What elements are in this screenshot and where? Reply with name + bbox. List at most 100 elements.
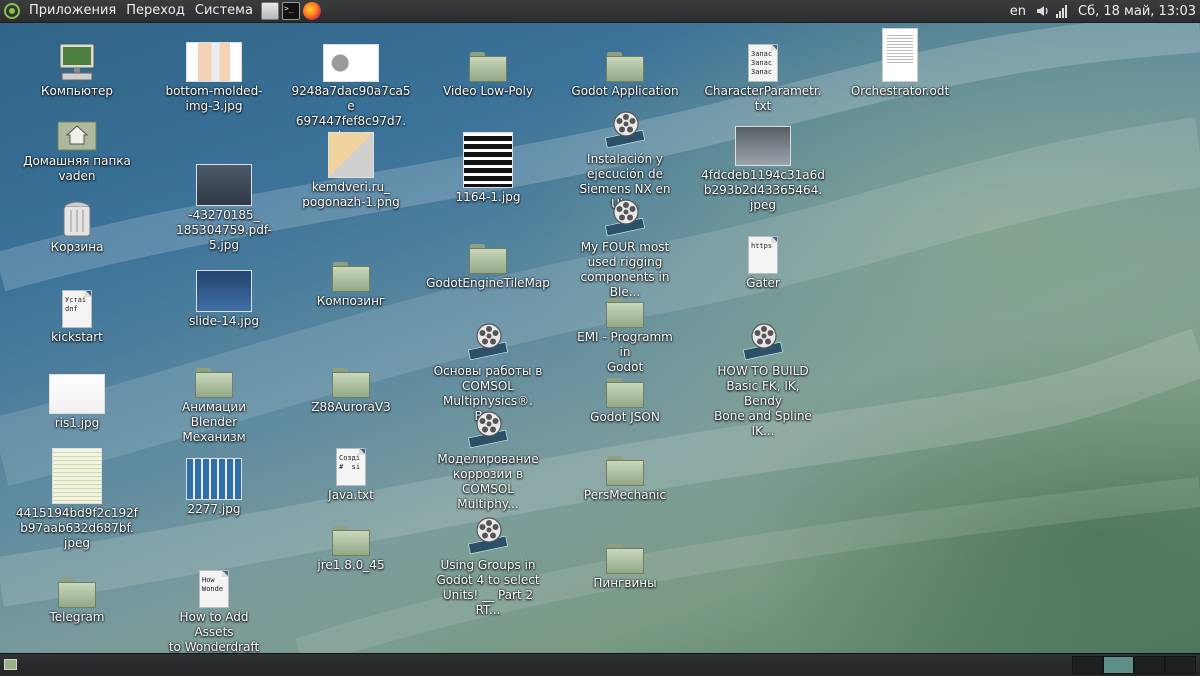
desktop-icon-charparam[interactable]: Запас Запас Запас CharacterParametr. txt bbox=[705, 40, 822, 114]
desktop-icon-trash[interactable]: Корзина bbox=[22, 196, 132, 255]
text-file-preview: Устаі dnf bbox=[62, 290, 92, 328]
folder-icon bbox=[332, 514, 370, 556]
network-icon[interactable] bbox=[1056, 4, 1068, 18]
firefox-launcher-icon[interactable] bbox=[302, 2, 321, 20]
desktop-icon-img9248[interactable]: 9248a7dac90a7ca5e 697447fef8c97d7. jpeg bbox=[292, 40, 410, 144]
bottom-panel bbox=[0, 653, 1200, 676]
desktop-icon-label: jre1.8.0_45 bbox=[317, 558, 385, 572]
desktop-icon-label: ris1.jpg bbox=[54, 416, 100, 430]
desktop-icon-orchestrator[interactable]: Orchestrator.odt bbox=[845, 28, 955, 99]
desktop-icon-ris1[interactable]: ris1.jpg bbox=[22, 372, 132, 431]
show-desktop-icon[interactable] bbox=[4, 659, 17, 670]
desktop-icon-godot-groups[interactable]: Using Groups in Godot 4 to select Units!… bbox=[433, 514, 543, 618]
desktop-icon-z88[interactable]: Z88AuroraV3 bbox=[296, 356, 406, 415]
clock[interactable]: Сб, 18 май, 13:03 bbox=[1078, 4, 1196, 19]
desktop-icon-pdf5[interactable]: -43270185_ 185304759.pdf-5.jpg bbox=[169, 164, 279, 253]
workspace-3[interactable] bbox=[1134, 656, 1165, 674]
video-file-icon bbox=[742, 320, 784, 362]
desktop-icon-slide14[interactable]: slide-14.jpg bbox=[169, 270, 279, 329]
desktop-icon-label: Корзина bbox=[50, 240, 104, 254]
desktop-icon-anim-blender[interactable]: Анимации Blender Механизм bbox=[159, 356, 269, 445]
video-file-icon bbox=[467, 320, 509, 362]
desktop-icon-computer[interactable]: Компьютер bbox=[22, 40, 132, 99]
desktop-icon-label: 1164-1.jpg bbox=[455, 190, 521, 204]
desktop-icon-telegram[interactable]: Telegram bbox=[22, 566, 132, 625]
desktop-icon-rigging[interactable]: My FOUR most used rigging components in … bbox=[570, 196, 680, 300]
desktop-icon-java[interactable]: Созді # si Java.txt bbox=[296, 444, 406, 503]
desktop-icon-kompozing[interactable]: Композинг bbox=[296, 250, 406, 309]
desktop-icon-home[interactable]: Домашняя папка vaden bbox=[22, 110, 132, 184]
text-file-icon: How Wonde bbox=[199, 566, 229, 608]
video-file-icon bbox=[604, 196, 646, 238]
desktop-icon-comsol2[interactable]: Моделирование коррозии в COMSOL Multiphy… bbox=[433, 408, 543, 512]
file-manager-launcher-icon[interactable] bbox=[260, 2, 279, 20]
desktop-icon-label: PersMechanic bbox=[583, 488, 667, 502]
desktop-icon-kemdveri[interactable]: kemdveri.ru_ pogonazh-1.png bbox=[296, 132, 406, 210]
desktop-icon-img4415[interactable]: 4415194bd9f2c192f b97aab632d687bf. jpeg bbox=[16, 448, 138, 551]
workspace-2[interactable] bbox=[1103, 656, 1134, 674]
video-file-icon bbox=[467, 514, 509, 556]
desktop-icon-label: Компьютер bbox=[41, 84, 113, 98]
document-file-icon bbox=[882, 28, 918, 82]
text-file-icon: https bbox=[748, 232, 778, 274]
menu-system[interactable]: Система bbox=[190, 0, 258, 22]
distro-logo-icon[interactable] bbox=[4, 3, 20, 19]
desktop-icon-jre[interactable]: jre1.8.0_45 bbox=[296, 514, 406, 573]
keyboard-layout-indicator[interactable]: en bbox=[1010, 4, 1026, 19]
desktop-icon-label: Композинг bbox=[316, 294, 386, 308]
desktop-icon-label: Java.txt bbox=[328, 488, 374, 502]
desktop-icon-godot-json[interactable]: Godot JSON bbox=[570, 366, 680, 425]
text-file-preview: Запас Запас Запас bbox=[748, 44, 778, 82]
desktop-icon-bottom-molded[interactable]: bottom-molded- img-3.jpg bbox=[159, 40, 269, 114]
desktop-icon-label: Using Groups in Godot 4 to select Units!… bbox=[436, 558, 540, 617]
desktop-icon-godot-app[interactable]: Godot Application bbox=[570, 40, 680, 99]
folder-icon bbox=[58, 566, 96, 608]
workspace-1[interactable] bbox=[1072, 656, 1103, 674]
video-file-icon bbox=[604, 108, 646, 150]
desktop-icon-label: Godot JSON bbox=[590, 410, 660, 424]
desktop-icon-img2277[interactable]: 2277.jpg bbox=[159, 458, 269, 517]
desktop-icon-label: kickstart bbox=[51, 330, 103, 344]
top-panel: Приложения Переход Система en Сб, 18 май… bbox=[0, 0, 1200, 23]
image-file-icon bbox=[463, 132, 513, 188]
desktop-icon-howtobuild[interactable]: HOW TO BUILD Basic FK, IK, Bendy Bone an… bbox=[708, 320, 818, 439]
trash-icon bbox=[59, 196, 95, 238]
menu-applications[interactable]: Приложения bbox=[24, 0, 121, 22]
desktop-icon-label: GodotEngineTileMap bbox=[426, 276, 550, 290]
desktop-icon-label: 2277.jpg bbox=[187, 502, 241, 516]
desktop-icon-label: HOW TO BUILD Basic FK, IK, Bendy Bone an… bbox=[714, 364, 812, 438]
desktop-icon-label: Домашняя папка vaden bbox=[23, 154, 131, 183]
desktop-icon-label: Пингвины bbox=[593, 576, 657, 590]
desktop-icon-label: 4415194bd9f2c192f b97aab632d687bf. jpeg bbox=[16, 506, 138, 550]
desktop-icon-persmechanic[interactable]: PersMechanic bbox=[570, 444, 680, 503]
image-file-icon bbox=[196, 270, 252, 312]
desktop-icon-img1164[interactable]: 1164-1.jpg bbox=[433, 132, 543, 205]
image-file-icon bbox=[52, 448, 102, 504]
image-file-icon bbox=[186, 458, 242, 500]
desktop-icon-label: Godot Application bbox=[571, 84, 679, 98]
desktop-icon-penguins[interactable]: Пингвины bbox=[570, 532, 680, 591]
image-file-icon bbox=[196, 164, 252, 206]
desktop-icon-wonderdraft[interactable]: How Wonde How to Add Assets to Wonderdraf… bbox=[159, 566, 269, 655]
desktop-icon-label: Gater bbox=[746, 276, 780, 290]
folder-icon bbox=[469, 40, 507, 82]
folder-icon bbox=[606, 532, 644, 574]
text-file-icon: Созді # si bbox=[336, 444, 366, 486]
terminal-launcher-icon[interactable] bbox=[281, 2, 300, 20]
folder-icon bbox=[606, 366, 644, 408]
video-file-icon bbox=[467, 408, 509, 450]
desktop-icon-label: bottom-molded- img-3.jpg bbox=[165, 84, 263, 113]
desktop-icon-godot-tilemap[interactable]: GodotEngineTileMap bbox=[426, 232, 550, 291]
desktop-icon-kickstart[interactable]: Устаі dnf kickstart bbox=[22, 286, 132, 345]
folder-icon bbox=[332, 250, 370, 292]
volume-icon[interactable] bbox=[1036, 4, 1050, 18]
desktop-icon-gater[interactable]: https Gater bbox=[708, 232, 818, 291]
workspace-4[interactable] bbox=[1165, 656, 1196, 674]
desktop-icon-label: kemdveri.ru_ pogonazh-1.png bbox=[302, 180, 400, 209]
desktop-icon-emi[interactable]: EMI - Programm in Godot bbox=[570, 286, 680, 375]
desktop-icon-label: How to Add Assets to Wonderdraft bbox=[168, 610, 260, 654]
folder-icon bbox=[606, 444, 644, 486]
menu-places[interactable]: Переход bbox=[121, 0, 190, 22]
desktop-icon-video-lowpoly[interactable]: Video Low-Poly bbox=[433, 40, 543, 99]
desktop-icon-img4fdc[interactable]: 4fdcdeb1194c31a6d b293b2d43365464. jpeg bbox=[701, 124, 825, 213]
